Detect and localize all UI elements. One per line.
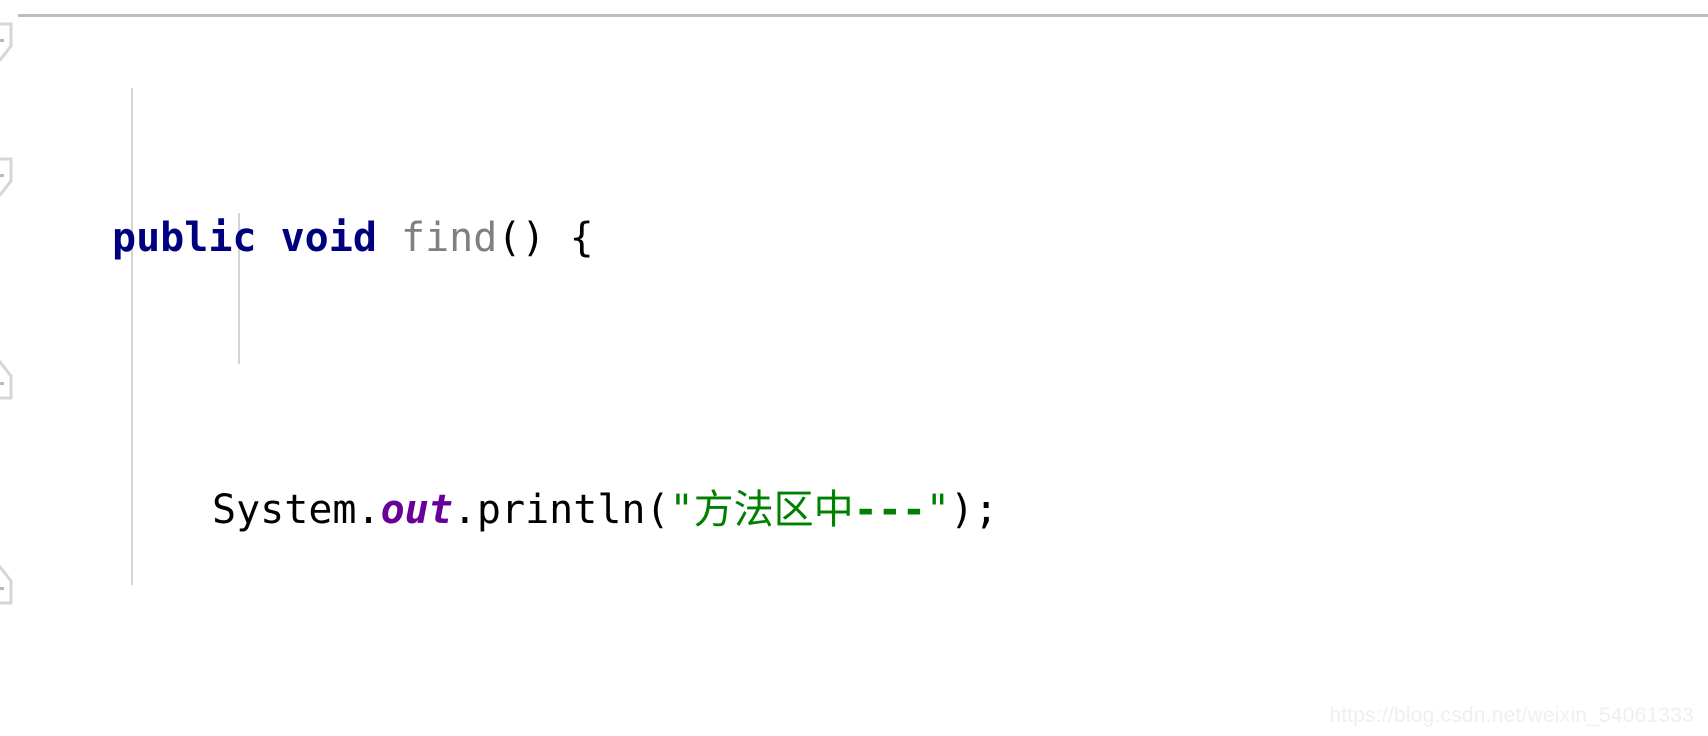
string-quote-close: "	[925, 487, 951, 533]
keyword-public: public	[112, 215, 257, 261]
punct-open-brace: () {	[497, 215, 594, 261]
string-quote-open: "	[669, 487, 694, 533]
static-field-out: out	[380, 487, 453, 533]
method-name-find: find	[401, 215, 498, 261]
system-ref: System.	[212, 487, 381, 533]
punct-close-paren-semi: );	[950, 487, 999, 533]
code-content[interactable]: public void find() { System.out.println(…	[0, 0, 1708, 736]
code-line-1[interactable]: public void find() {	[0, 204, 1708, 272]
code-line-2[interactable]: System.out.println("方法区中---");	[0, 476, 1708, 544]
println-call: .println(	[452, 487, 670, 533]
string-cjk-text: 方法区中	[693, 487, 854, 533]
csdn-watermark: https://blog.csdn.net/weixin_54061333	[1329, 704, 1694, 727]
keyword-void: void	[280, 215, 377, 261]
code-editor-screenshot: public void find() { System.out.println(…	[0, 0, 1708, 736]
string-dashes: ---	[853, 487, 926, 533]
